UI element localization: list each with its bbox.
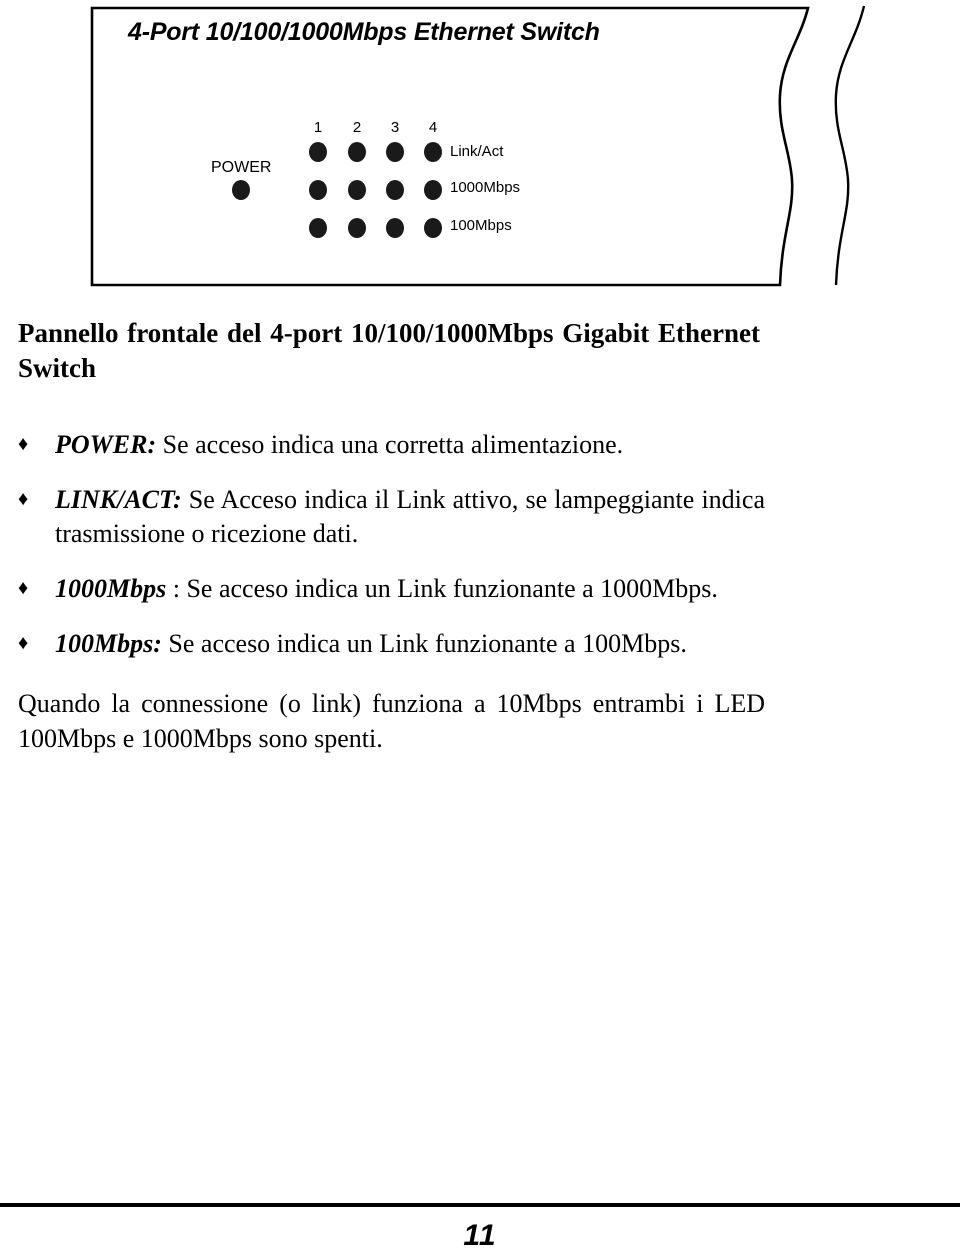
section-heading: Pannello frontale del 4-port 10/100/1000… (18, 318, 760, 384)
led-100mbps-port-2 (348, 218, 366, 238)
led-description-list: ♦ POWER: Se acceso indica una corretta al… (0, 428, 960, 661)
led-description-power: Se acceso indica una corretta alimentazi… (156, 430, 624, 460)
port-number-2: 2 (352, 119, 362, 136)
power-led-label: POWER (211, 159, 272, 176)
led-row-label-link-act: Link/Act (450, 143, 504, 160)
led-1000mbps-port-3 (386, 180, 404, 200)
led-description-1000mbps: : Se acceso indica un Link funzionante a… (166, 573, 718, 603)
panel-product-title: 4-Port 10/100/1000Mbps Ethernet Switch (128, 18, 600, 46)
port-number-1: 1 (313, 119, 323, 136)
led-row-label-100mbps: 100Mbps (450, 217, 512, 234)
led-name-link-act: LINK/ACT: (55, 484, 182, 514)
list-item: ♦ POWER: Se acceso indica una corretta al… (0, 428, 960, 463)
diamond-bullet-icon: ♦ (18, 576, 29, 599)
closing-note: Quando la connessione (o link) funziona … (18, 689, 765, 753)
led-link-act-port-4 (424, 142, 442, 162)
diamond-bullet-icon: ♦ (18, 631, 29, 654)
led-name-1000mbps: 1000Mbps (55, 573, 167, 603)
document-body: Pannello frontale del 4-port 10/100/1000… (0, 300, 960, 756)
led-link-act-port-1 (309, 142, 327, 162)
page-footer: 11 (0, 1203, 960, 1253)
led-1000mbps-port-1 (309, 180, 327, 200)
led-link-act-port-2 (348, 142, 366, 162)
diamond-bullet-icon: ♦ (18, 433, 29, 456)
led-1000mbps-port-4 (424, 180, 442, 200)
led-100mbps-port-4 (424, 218, 442, 238)
led-100mbps-port-3 (386, 218, 404, 238)
led-description-100mbps: Se acceso indica un Link funzionante a 1… (161, 628, 687, 658)
led-100mbps-port-1 (309, 218, 327, 238)
led-1000mbps-port-2 (348, 180, 366, 200)
front-panel-figure: 4-Port 10/100/1000Mbps Ethernet Switch 1… (0, 0, 960, 300)
list-item: ♦ LINK/ACT: Se Acceso indica il Link atti… (0, 483, 960, 552)
port-number-4: 4 (428, 119, 438, 136)
led-link-act-port-3 (386, 142, 404, 162)
list-item: ♦ 100Mbps: Se acceso indica un Link funzi… (0, 627, 960, 662)
diamond-bullet-icon: ♦ (18, 487, 29, 510)
led-name-100mbps: 100Mbps: (55, 628, 162, 658)
list-item: ♦ 1000Mbps : Se acceso indica un Link fun… (0, 572, 960, 607)
break-line (834, 5, 866, 286)
port-number-3: 3 (390, 119, 400, 136)
led-power (232, 180, 250, 200)
led-row-label-1000mbps: 1000Mbps (450, 179, 521, 196)
page-number: 11 (463, 1219, 497, 1252)
led-name-power: POWER: (55, 430, 157, 460)
